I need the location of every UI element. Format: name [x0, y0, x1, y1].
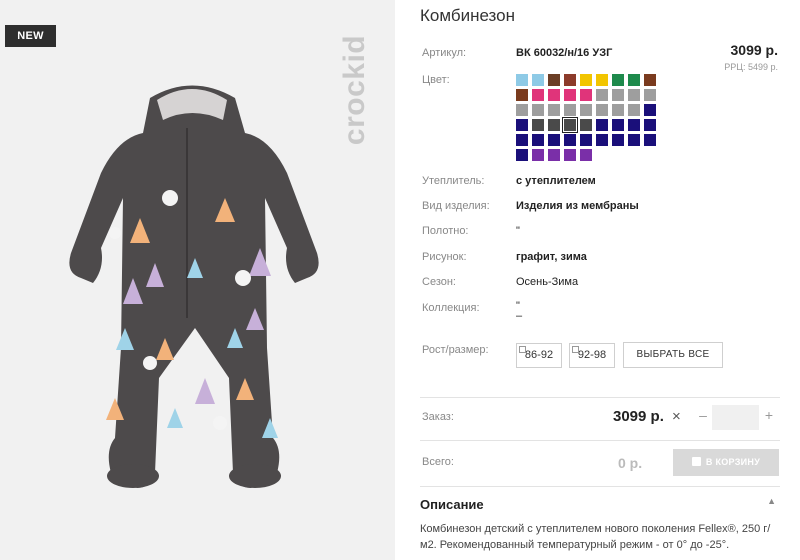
color-swatch[interactable]: [564, 74, 576, 86]
color-swatch[interactable]: [516, 104, 528, 116]
color-swatch[interactable]: [580, 119, 592, 131]
collection-extra: –: [516, 310, 523, 322]
color-swatch[interactable]: [580, 104, 592, 116]
color-swatch[interactable]: [548, 149, 560, 161]
color-swatch[interactable]: [532, 149, 544, 161]
size-label-text: 86-92: [524, 349, 554, 361]
color-swatch[interactable]: [628, 134, 640, 146]
color-swatch[interactable]: [516, 119, 528, 131]
color-swatch[interactable]: [596, 134, 608, 146]
color-swatch[interactable]: [628, 89, 640, 101]
color-swatch[interactable]: [516, 89, 528, 101]
color-swatch[interactable]: [644, 74, 656, 86]
color-swatch[interactable]: [532, 134, 544, 146]
times-icon: ×: [672, 408, 681, 425]
color-swatch[interactable]: [532, 74, 544, 86]
description-title[interactable]: Описание: [420, 497, 484, 512]
color-swatch[interactable]: [596, 104, 608, 116]
size-option-86-92[interactable]: 86-92: [516, 343, 562, 368]
add-to-cart-button[interactable]: В КОРЗИНУ: [673, 449, 779, 476]
season-label: Сезон:: [422, 276, 456, 288]
color-swatch[interactable]: [612, 119, 624, 131]
color-swatch[interactable]: [612, 89, 624, 101]
fabric-label: Полотно:: [422, 225, 469, 237]
color-swatch[interactable]: [562, 117, 578, 133]
color-swatch[interactable]: [612, 134, 624, 146]
color-label: Цвет:: [422, 74, 450, 86]
color-swatch[interactable]: [548, 104, 560, 116]
collection-label: Коллекция:: [422, 302, 480, 314]
product-price: 3099 р.: [730, 42, 778, 58]
increment-button[interactable]: +: [762, 407, 776, 427]
color-swatch[interactable]: [628, 74, 640, 86]
color-swatch[interactable]: [580, 89, 592, 101]
color-swatch[interactable]: [516, 134, 528, 146]
product-photo[interactable]: NEW crockid: [0, 0, 395, 560]
color-swatch[interactable]: [532, 119, 544, 131]
color-swatch[interactable]: [532, 104, 544, 116]
checkbox-icon: [519, 346, 526, 353]
size-label-text: 92-98: [577, 349, 607, 361]
color-swatch[interactable]: [548, 119, 560, 131]
color-swatch[interactable]: [516, 74, 528, 86]
brand-logo-text: crockid: [338, 34, 371, 146]
divider: [420, 397, 780, 398]
color-swatch[interactable]: [548, 134, 560, 146]
color-swatch[interactable]: [612, 104, 624, 116]
pattern-value: графит, зима: [516, 251, 587, 263]
size-label: Рост/размер:: [422, 344, 489, 356]
color-swatch[interactable]: [612, 74, 624, 86]
color-swatch[interactable]: [628, 119, 640, 131]
color-swatch[interactable]: [596, 89, 608, 101]
product-title: Комбинезон: [420, 6, 516, 25]
checkbox-icon: [572, 346, 579, 353]
size-option-92-98[interactable]: 92-98: [569, 343, 615, 368]
color-swatch[interactable]: [548, 74, 560, 86]
divider: [420, 486, 780, 487]
color-swatch[interactable]: [516, 149, 528, 161]
color-swatch[interactable]: [564, 134, 576, 146]
color-swatch[interactable]: [596, 74, 608, 86]
total-label: Всего:: [422, 456, 454, 468]
pattern-label: Рисунок:: [422, 251, 467, 263]
fabric-value: ": [516, 225, 520, 237]
select-all-button[interactable]: ВЫБРАТЬ ВСЕ: [623, 342, 723, 368]
order-label: Заказ:: [422, 411, 454, 423]
color-swatch[interactable]: [564, 104, 576, 116]
color-swatch[interactable]: [644, 104, 656, 116]
total-value: 0 р.: [618, 455, 643, 471]
article-value: ВК 60032/н/16 УЗГ: [516, 47, 613, 59]
insulation-value: с утеплителем: [516, 175, 596, 187]
decrement-button[interactable]: –: [696, 407, 710, 427]
color-swatch[interactable]: [644, 119, 656, 131]
divider: [420, 440, 780, 441]
order-price: 3099 р.: [613, 408, 664, 425]
collapse-caret-icon[interactable]: ▲: [767, 496, 776, 506]
color-swatch[interactable]: [532, 89, 544, 101]
color-swatch[interactable]: [644, 134, 656, 146]
color-swatch[interactable]: [548, 89, 560, 101]
color-swatch[interactable]: [580, 74, 592, 86]
insulation-label: Утеплитель:: [422, 175, 485, 187]
color-swatch[interactable]: [596, 119, 608, 131]
color-swatch[interactable]: [564, 149, 576, 161]
cart-icon: [691, 457, 701, 466]
color-swatch[interactable]: [564, 89, 576, 101]
quantity-input[interactable]: [712, 405, 759, 430]
color-swatch[interactable]: [580, 134, 592, 146]
article-label: Артикул:: [422, 47, 467, 59]
rrc-price: РРЦ: 5499 р.: [724, 62, 778, 72]
type-label: Вид изделия:: [422, 200, 490, 212]
type-value: Изделия из мембраны: [516, 200, 639, 212]
color-swatch[interactable]: [628, 104, 640, 116]
jumpsuit-image: [69, 85, 319, 488]
product-details: Комбинезон Артикул: ВК 60032/н/16 УЗГ 30…: [420, 0, 780, 560]
brand-logo: crockid: [330, 20, 380, 160]
season-value: Осень-Зима: [516, 276, 579, 288]
color-swatch[interactable]: [580, 149, 592, 161]
add-to-cart-label: В КОРЗИНУ: [705, 457, 761, 467]
color-swatch[interactable]: [644, 89, 656, 101]
description-text: Комбинезон детский с утеплителем нового …: [420, 523, 771, 551]
new-badge: NEW: [5, 25, 56, 47]
